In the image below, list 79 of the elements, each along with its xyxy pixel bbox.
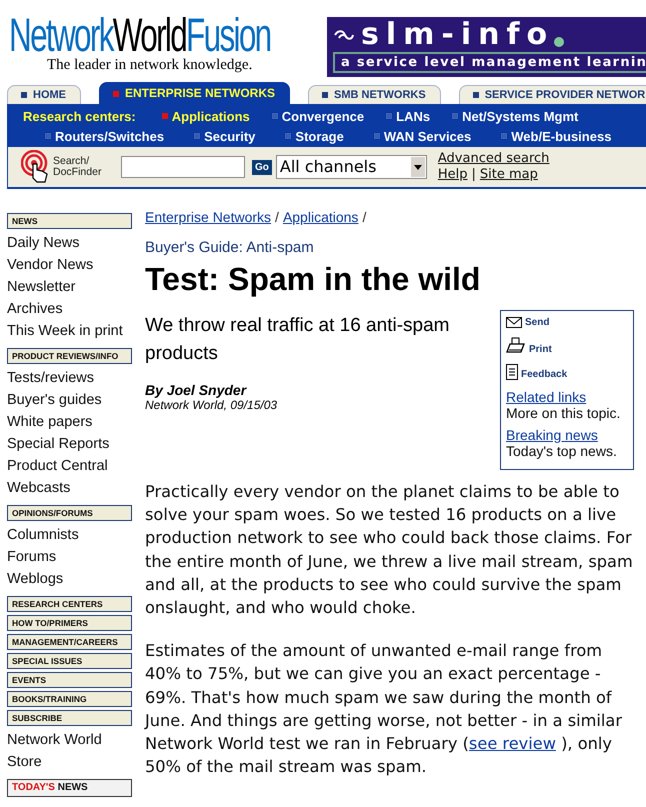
envelope-icon [506,317,522,328]
breadcrumb-link[interactable]: Enterprise Networks [145,209,272,225]
sidebar-link[interactable]: Vendor News [7,254,132,276]
sidebar-section-header[interactable]: SPECIAL ISSUES [7,653,132,669]
sidebar-section-header[interactable]: BOOKS/TRAINING [7,691,132,707]
research-link[interactable]: Routers/Switches [45,128,164,144]
channel-dropdown[interactable]: All channels [276,155,427,179]
printer-icon [506,337,526,355]
tool-link[interactable]: Print [506,337,628,355]
related-link[interactable]: Related links [506,389,628,405]
advanced-search-link[interactable]: Advanced search [438,151,550,166]
search-label: Search/ DocFinder [53,156,102,178]
search-field[interactable] [121,156,245,178]
research-link[interactable]: LANs [386,108,430,124]
breadcrumb-link[interactable]: Applications [282,209,358,225]
tool-link[interactable]: Send [506,317,628,328]
research-link[interactable]: Net/Systems Mgmt [452,108,578,124]
link-separator: | [472,167,476,182]
research-link[interactable]: Storage [285,128,344,144]
byline: By Joel Snyder [145,382,246,398]
sidebar-link[interactable]: Webcasts [7,477,132,499]
sidebar-link[interactable]: Store [7,751,132,773]
research-link[interactable]: Convergence [272,108,364,124]
banner-subtitle: a service level management learnin [333,52,646,73]
sidebar-link[interactable]: White papers [7,411,132,433]
link-description: Today's top news. [506,443,618,459]
sidebar-link[interactable]: Buyer's guides [7,389,132,411]
nav-tab[interactable]: HOME [7,85,81,104]
sidebar-link[interactable]: Forums [7,546,132,568]
research-link[interactable]: Applications [162,108,250,124]
sidebar-section-header[interactable]: HOW TO/PRIMERS [7,615,132,631]
dot-icon [554,37,564,47]
sidebar-link[interactable]: Daily News [7,232,132,254]
nav-tab[interactable]: ENTERPRISE NETWORKS [99,82,290,104]
sidebar-section-header[interactable]: SUBSCRIBE [7,710,132,726]
sidebar-link[interactable]: Columnists [7,524,132,546]
breadcrumb-separator: / [362,209,366,225]
sidebar-link[interactable]: This Week in print [7,320,132,342]
sidebar-section-header[interactable]: PRODUCT REVIEWS/INFO [7,348,132,364]
sidebar-section-header[interactable]: EVENTS [7,672,132,688]
related-link[interactable]: Breaking news [506,427,628,443]
review-link[interactable]: see review [468,734,556,754]
sidebar-link[interactable]: Archives [7,298,132,320]
sidebar-section-header[interactable]: OPINIONS/FORUMS [7,505,132,521]
research-link[interactable]: Security [194,128,256,144]
article-title: Test: Spam in the wild [145,260,482,298]
article-subtitle: We throw real traffic at 16 anti-spam products [145,314,450,366]
article-paragraph: Estimates of the amount of unwanted e-mail range from 40% to 75%, but we can give you an exact percentage - 69%. That's how much spam we saw during the month of June. And things are getting worse, not better - in a similar Network World test we ran in February (see review ), only 50% of the mail stream was spam. [145,640,623,778]
sidebar-link[interactable]: Newsletter [7,276,132,298]
ad-banner[interactable]: slm-info a service level management learnin [327,17,646,77]
nav-tab[interactable]: SMB NETWORKS [308,85,441,104]
sidebar-section-header[interactable]: NEWS [7,213,132,229]
publication-date: Network World, 09/15/03 [145,398,278,412]
tool-link[interactable]: Feedback [506,364,628,380]
document-icon [506,364,518,380]
sidebar-link[interactable]: Product Central [7,455,132,477]
logo-tagline: The leader in network knowledge. [47,57,254,74]
research-link[interactable]: WAN Services [374,128,472,144]
article-paragraph: Practically every vendor on the planet claims to be able to solve your spam woes. So we tested 16 products on a live production network to see who could back those claims. For the entire month of June, we threw a live mail stream, spam and all, at the products to see who could survive the spam onslaught, and who would choke. [145,481,634,620]
sidebar-section-header[interactable]: RESEARCH CENTERS [7,596,132,612]
breadcrumb-separator: / [275,209,279,225]
sidebar-section-header[interactable]: TODAY'S NEWS [7,779,132,797]
sidebar-link[interactable]: Special Reports [7,433,132,455]
kicker: Buyer's Guide: Anti-spam [145,239,315,256]
research-link[interactable]: Web/E-business [501,128,612,144]
logo-wordmark[interactable]: NetworkWorldFusion [9,15,290,55]
swirl-icon [333,29,355,41]
nav-tab[interactable]: SERVICE PROVIDER NETWOR [458,85,646,104]
sidebar-link[interactable]: Weblogs [7,568,132,590]
sidebar-link[interactable]: Tests/reviews [7,367,132,389]
sidebar-section-header[interactable]: MANAGEMENT/CAREERS [7,634,132,650]
link-description: More on this topic. [506,405,622,421]
site-map-link[interactable]: Site map [480,167,538,182]
help-link[interactable]: Help [438,167,468,182]
sidebar-link[interactable]: Network World [7,729,132,751]
research-centers-label: Research centers: [23,108,136,124]
caret-icon [414,164,422,170]
go-button[interactable]: Go [252,160,272,174]
banner-title: slm-info [361,22,554,48]
